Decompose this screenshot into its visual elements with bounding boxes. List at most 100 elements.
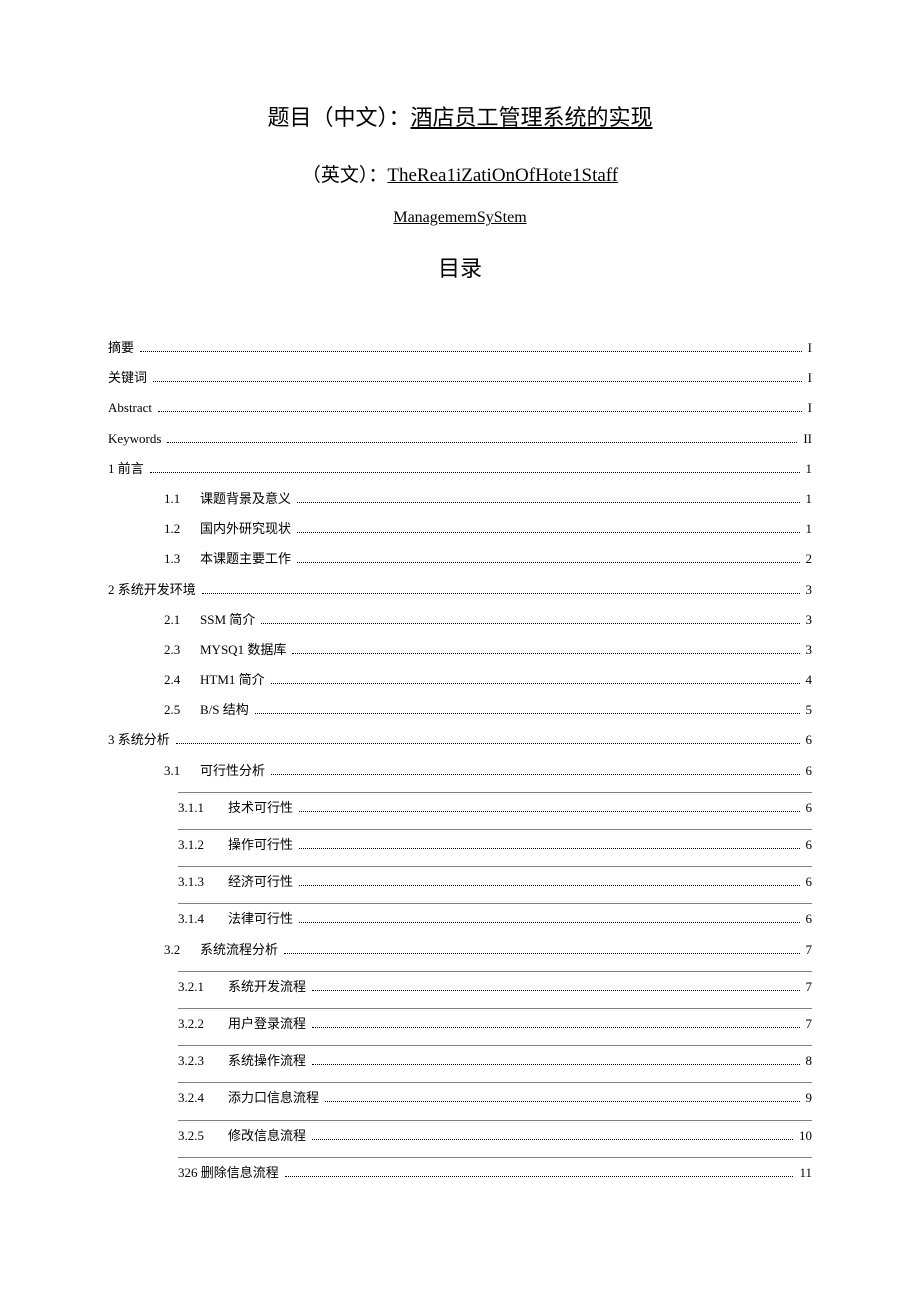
toc-separator [178, 792, 812, 793]
title-en-label: （英文）： [302, 165, 388, 186]
toc-entry: 326 删除信息流程 11 [108, 1164, 812, 1182]
toc-entry: 2.1SSM 简介3 [108, 611, 812, 629]
toc-entry-page: 2 [804, 550, 813, 568]
toc-entry-page: 3 [804, 581, 813, 599]
toc-entry-page: 7 [804, 978, 813, 996]
toc-leader-dots [312, 1139, 793, 1140]
toc-entry-text: 用户登录流程 [228, 1015, 306, 1033]
toc-entry-text: SSM 简介 [200, 611, 255, 629]
toc-entry-page: 6 [804, 873, 813, 891]
toc-entry-number: 3.1.3 [178, 873, 228, 891]
toc-entry: 1.1课题背景及意义1 [108, 490, 812, 508]
toc-entry: 3 系统分析 6 [108, 731, 812, 749]
toc-leader-dots [325, 1101, 799, 1102]
toc-leader-dots [297, 532, 799, 533]
toc-entry-text: 操作可行性 [228, 836, 293, 854]
toc-entry-text: 国内外研究现状 [200, 520, 291, 538]
toc-entry: 3.1.3经济可行性 6 [108, 873, 812, 891]
toc-entry-number: 3.1.4 [178, 910, 228, 928]
toc-entry-text: 1 前言 [108, 460, 144, 478]
toc-leader-dots [202, 593, 800, 594]
toc-leader-dots [255, 713, 800, 714]
toc-entry: 3.2.2用户登录流程 7 [108, 1015, 812, 1033]
toc-leader-dots [261, 623, 799, 624]
toc-entry-text: 3 系统分析 [108, 731, 170, 749]
toc-entry-number: 3.2.5 [178, 1127, 228, 1145]
title-block: 题目（中文）：酒店员工管理系统的实现 （英文）：TheRea1iZatiOnOf… [108, 100, 812, 283]
title-en-text-1: TheRea1iZatiOnOfHote1Staff [387, 165, 618, 186]
toc-entry-page: 3 [804, 641, 813, 659]
toc-entry-text: 关键词 [108, 369, 147, 387]
toc-entry: 摘要I [108, 339, 812, 357]
toc-leader-dots [271, 774, 799, 775]
toc-entry: 关键词 I [108, 369, 812, 387]
toc-separator [178, 1045, 812, 1046]
toc-heading: 目录 [108, 251, 812, 283]
toc-leader-dots [158, 411, 802, 412]
toc-leader-dots [271, 683, 800, 684]
toc-entry-page: II [801, 430, 812, 448]
toc-entry-text: 326 删除信息流程 [178, 1164, 279, 1182]
toc-entry-number: 3.2.3 [178, 1052, 228, 1070]
title-cn-label: 题目（中文）： [267, 105, 410, 130]
toc-leader-dots [299, 811, 799, 812]
toc-entry-page: 7 [804, 1015, 813, 1033]
toc-separator [178, 1157, 812, 1158]
toc-separator [178, 971, 812, 972]
toc-entry-text: 经济可行性 [228, 873, 293, 891]
toc-entry-text: Keywords [108, 430, 161, 448]
toc-entry-number: 1.2 [164, 520, 200, 538]
toc-entry: 1 前言 1 [108, 460, 812, 478]
toc-leader-dots [299, 848, 799, 849]
toc-entry-text: 修改信息流程 [228, 1127, 306, 1145]
toc-leader-dots [312, 1027, 799, 1028]
toc-entry-page: 1 [804, 460, 813, 478]
toc-entry-number: 2.3 [164, 641, 200, 659]
toc-entry-page: 10 [797, 1127, 812, 1145]
toc-entry-number: 2.1 [164, 611, 200, 629]
toc-entry-number: 3.1.2 [178, 836, 228, 854]
document-page: 题目（中文）：酒店员工管理系统的实现 （英文）：TheRea1iZatiOnOf… [0, 0, 920, 1254]
toc-entry-text: 系统流程分析 [200, 941, 278, 959]
toc-separator [178, 1008, 812, 1009]
toc-entry: 3.2.4添力口信息流程 9 [108, 1089, 812, 1107]
toc-entry-number: 3.2.2 [178, 1015, 228, 1033]
toc-entry-text: 法律可行性 [228, 910, 293, 928]
toc-separator [178, 903, 812, 904]
toc-entry-text: 课题背景及意义 [200, 490, 291, 508]
title-english-line1: （英文）：TheRea1iZatiOnOfHote1Staff [108, 160, 812, 187]
toc-entry-page: 5 [804, 701, 813, 719]
toc-entry-page: 9 [804, 1089, 813, 1107]
title-chinese: 题目（中文）：酒店员工管理系统的实现 [108, 100, 812, 132]
toc-leader-dots [140, 351, 802, 352]
toc-leader-dots [292, 653, 799, 654]
toc-entry-number: 3.2.4 [178, 1089, 228, 1107]
toc-entry: 3.1.4法律可行性6 [108, 910, 812, 928]
toc-entry-text: 添力口信息流程 [228, 1089, 319, 1107]
toc-entry: 1.2国内外研究现状1 [108, 520, 812, 538]
toc-leader-dots [176, 743, 800, 744]
toc-entry-text: 2 系统开发环境 [108, 581, 196, 599]
toc-leader-dots [284, 953, 799, 954]
toc-entry-text: 系统开发流程 [228, 978, 306, 996]
toc-entry: 2.4HTM1 简介 4 [108, 671, 812, 689]
toc-entry-text: 摘要 [108, 339, 134, 357]
toc-entry-number: 1.3 [164, 550, 200, 568]
toc-entry-text: HTM1 简介 [200, 671, 265, 689]
toc-entry-number: 3.1.1 [178, 799, 228, 817]
toc-entry-page: 6 [804, 731, 813, 749]
toc-entry-number: 3.2.1 [178, 978, 228, 996]
toc-entry-page: 4 [804, 671, 813, 689]
toc-entry: 3.2.5修改信息流程 10 [108, 1127, 812, 1145]
title-cn-text: 酒店员工管理系统的实现 [411, 105, 653, 130]
toc-entry: 3.1.1技术可行性6 [108, 799, 812, 817]
toc-entry-page: I [806, 369, 812, 387]
toc-leader-dots [299, 922, 799, 923]
toc-entry-number: 2.4 [164, 671, 200, 689]
toc-entry: Abstract I [108, 399, 812, 417]
toc-entry-page: 11 [797, 1164, 812, 1182]
toc-entry-text: Abstract [108, 399, 152, 417]
toc-entry-text: MYSQ1 数据库 [200, 641, 286, 659]
toc-entry-text: 技术可行性 [228, 799, 293, 817]
toc-entry-page: I [806, 399, 812, 417]
